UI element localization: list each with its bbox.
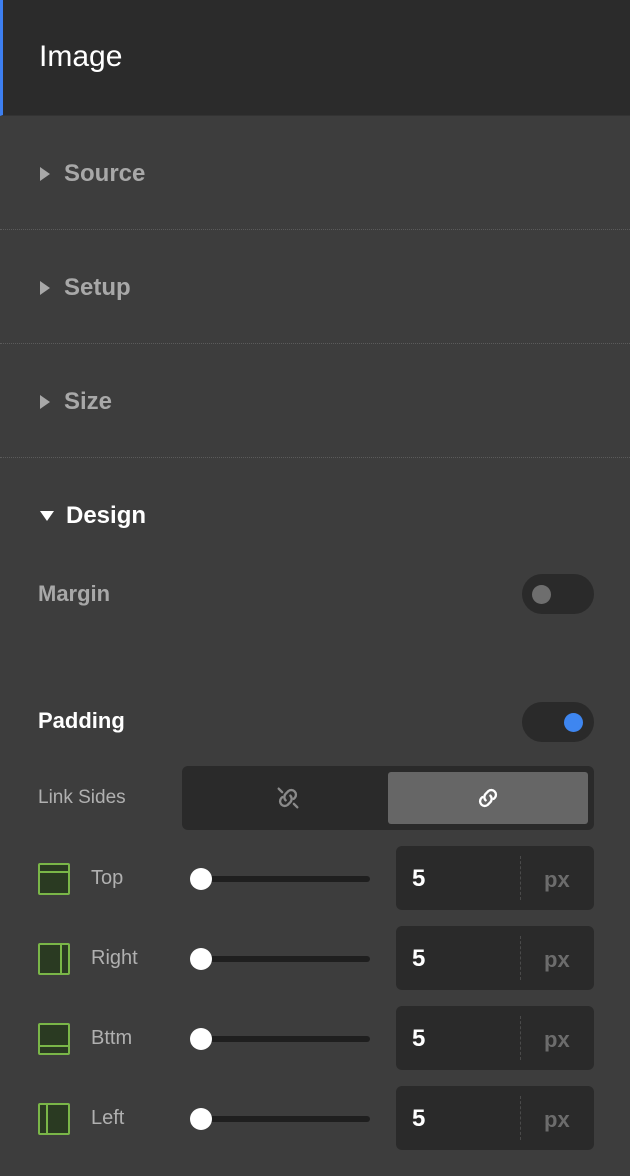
padding-top-input[interactable]: 5 px (396, 846, 594, 910)
unlink-sides-button[interactable] (188, 772, 388, 824)
expand-arrow-icon (40, 395, 50, 409)
padding-bottom-row: Bttm 5 px (0, 1006, 630, 1070)
padding-toggle-knob (564, 713, 583, 732)
padding-right-icon (38, 943, 70, 975)
padding-left-input[interactable]: 5 px (396, 1086, 594, 1150)
padding-right-value: 5 (412, 945, 426, 972)
section-size-label: Size (64, 388, 113, 415)
link-sides-control (182, 766, 594, 830)
padding-left-label: Left (91, 1107, 125, 1129)
padding-top-unit[interactable]: px (544, 867, 570, 893)
padding-label: Padding (38, 708, 125, 733)
expand-arrow-icon (40, 167, 50, 181)
padding-bottom-value: 5 (412, 1025, 426, 1052)
margin-toggle[interactable] (522, 574, 594, 614)
padding-bottom-slider-track[interactable] (196, 1036, 370, 1042)
padding-left-row: Left 5 px (0, 1086, 630, 1150)
margin-label: Margin (38, 581, 111, 606)
unit-divider (520, 856, 521, 900)
padding-right-input[interactable]: 5 px (396, 926, 594, 990)
padding-top-slider-thumb[interactable] (190, 868, 212, 890)
section-setup[interactable]: Setup (0, 230, 630, 344)
padding-right-unit[interactable]: px (544, 947, 570, 973)
section-design[interactable]: Design (40, 502, 146, 530)
padding-left-value: 5 (412, 1105, 426, 1132)
padding-top-slider-track[interactable] (196, 876, 370, 882)
section-source-label: Source (64, 160, 146, 187)
unit-divider (520, 1016, 521, 1060)
unit-divider (520, 1096, 521, 1140)
padding-right-slider-thumb[interactable] (190, 948, 212, 970)
padding-left-unit[interactable]: px (544, 1107, 570, 1133)
unlink-icon (277, 787, 299, 809)
section-setup-label: Setup (64, 274, 131, 301)
padding-top-label: Top (91, 867, 124, 889)
padding-bottom-icon (38, 1023, 70, 1055)
padding-left-icon (38, 1103, 70, 1135)
panel-header: Image (0, 0, 630, 116)
padding-top-row: Top 5 px (0, 846, 630, 910)
padding-bottom-unit[interactable]: px (544, 1027, 570, 1053)
padding-right-row: Right 5 px (0, 926, 630, 990)
padding-toggle[interactable] (522, 702, 594, 742)
padding-bottom-input[interactable]: 5 px (396, 1006, 594, 1070)
section-size[interactable]: Size (0, 344, 630, 458)
unit-divider (520, 936, 521, 980)
margin-toggle-knob (532, 585, 551, 604)
padding-left-slider-track[interactable] (196, 1116, 370, 1122)
collapse-arrow-icon (40, 511, 54, 521)
link-icon (478, 788, 498, 808)
section-design-label: Design (66, 502, 147, 529)
padding-left-slider-thumb[interactable] (190, 1108, 212, 1130)
link-sides-label: Link Sides (38, 787, 126, 808)
padding-top-value: 5 (412, 865, 426, 892)
section-source[interactable]: Source (0, 116, 630, 230)
link-sides-button[interactable] (388, 772, 588, 824)
padding-bottom-label: Bttm (91, 1027, 133, 1049)
panel-title: Image (39, 40, 123, 73)
padding-bottom-slider-thumb[interactable] (190, 1028, 212, 1050)
padding-right-slider-track[interactable] (196, 956, 370, 962)
padding-top-icon (38, 863, 70, 895)
padding-right-label: Right (91, 947, 138, 969)
expand-arrow-icon (40, 281, 50, 295)
